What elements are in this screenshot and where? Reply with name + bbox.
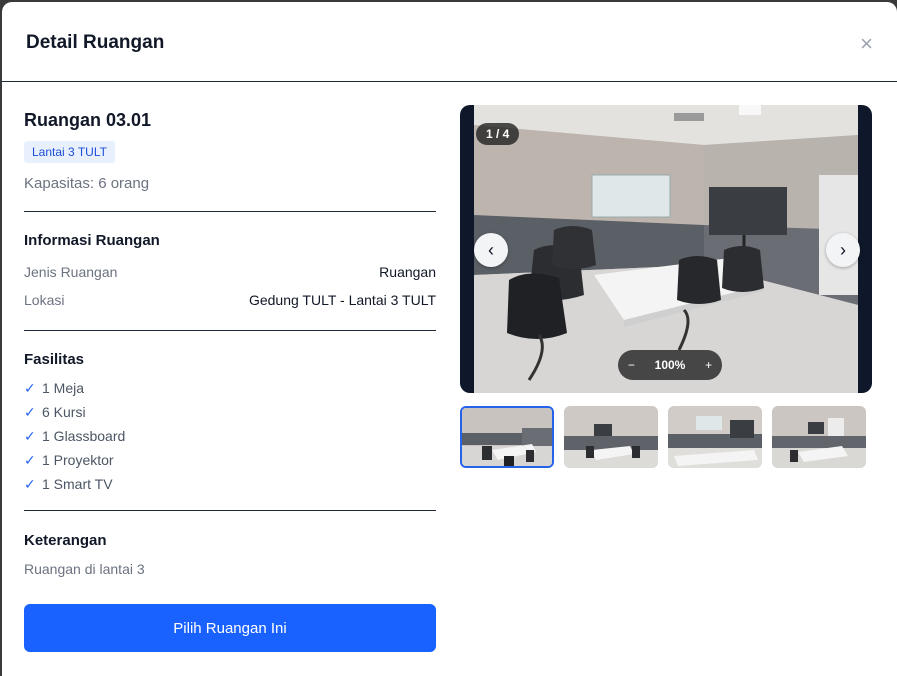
room-name: Ruangan 03.01 [24, 110, 152, 130]
thumbnail-image [564, 406, 658, 468]
thumbnail-image [668, 406, 762, 468]
notes-section-title: Keterangan [24, 532, 107, 549]
prev-image-button[interactable]: ‹ [474, 233, 508, 267]
thumbnail-2[interactable] [564, 406, 658, 468]
info-row-type: Jenis Ruangan Ruangan [24, 258, 436, 286]
image-counter: 1 / 4 [476, 123, 520, 145]
check-icon: ✓ [24, 451, 36, 468]
modal-title: Detail Ruangan [26, 32, 165, 53]
thumbnail-image [772, 406, 866, 468]
zoom-level: 100% [654, 358, 686, 372]
facilities-section-title: Fasilitas [24, 351, 85, 368]
photo-gallery: 1 / 4 ‹ › − 100% + [460, 105, 872, 393]
info-list: Jenis Ruangan Ruangan Lokasi Gedung TULT… [24, 258, 436, 314]
floor-badge: Lantai 3 TULT [24, 141, 115, 163]
zoom-controls: − 100% + [618, 350, 722, 380]
check-icon: ✓ [24, 379, 36, 396]
list-item: ✓ 1 Smart TV [24, 472, 436, 496]
list-item: ✓ 6 Kursi [24, 400, 436, 424]
room-info-panel: Ruangan 03.01 Lantai 3 TULT Kapasitas: 6… [24, 110, 436, 577]
modal-header: Detail Ruangan × [2, 2, 897, 82]
zoom-in-button[interactable]: + [705, 358, 712, 372]
next-image-button[interactable]: › [826, 233, 860, 267]
room-capacity: Kapasitas: 6 orang [24, 175, 150, 192]
facility-label: 6 Kursi [42, 404, 86, 420]
chevron-right-icon: › [840, 239, 846, 260]
thumbnail-3[interactable] [668, 406, 762, 468]
info-value: Gedung TULT - Lantai 3 TULT [248, 292, 436, 308]
facilities-list: ✓ 1 Meja ✓ 6 Kursi ✓ 1 Glassboard ✓ 1 Pr… [24, 376, 436, 496]
check-icon: ✓ [24, 403, 36, 420]
info-section-title: Informasi Ruangan [24, 232, 160, 249]
info-label: Lokasi [24, 292, 65, 308]
facility-label: 1 Meja [42, 380, 85, 396]
check-icon: ✓ [24, 475, 36, 492]
info-value: Ruangan [379, 264, 436, 280]
list-item: ✓ 1 Meja [24, 376, 436, 400]
facility-label: 1 Proyektor [42, 452, 114, 468]
divider [24, 330, 436, 331]
chevron-left-icon: ‹ [488, 239, 494, 260]
notes-text: Ruangan di lantai 3 [24, 561, 145, 577]
divider [24, 211, 436, 212]
check-icon: ✓ [24, 427, 36, 444]
thumbnail-image [462, 408, 552, 466]
info-label: Jenis Ruangan [24, 264, 118, 280]
thumbnail-4[interactable] [772, 406, 866, 468]
zoom-out-button[interactable]: − [628, 358, 635, 372]
facility-label: 1 Glassboard [42, 428, 126, 444]
list-item: ✓ 1 Proyektor [24, 448, 436, 472]
facility-label: 1 Smart TV [42, 476, 113, 492]
info-row-location: Lokasi Gedung TULT - Lantai 3 TULT [24, 286, 436, 314]
divider [24, 510, 436, 511]
list-item: ✓ 1 Glassboard [24, 424, 436, 448]
thumbnail-strip [460, 406, 872, 470]
close-icon[interactable]: × [860, 33, 873, 55]
thumbnail-1[interactable] [460, 406, 554, 468]
select-room-button[interactable]: Pilih Ruangan Ini [24, 604, 436, 652]
